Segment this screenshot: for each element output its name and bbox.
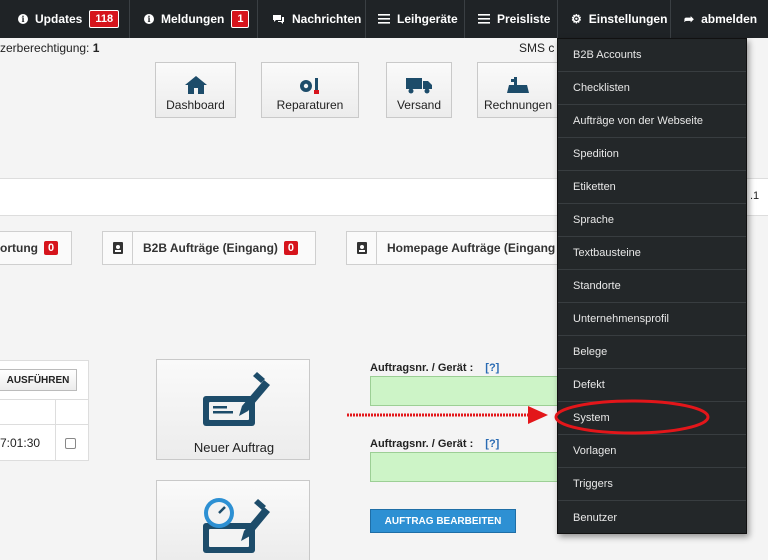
nav-leihgeraete[interactable]: Leihgeräte	[378, 0, 458, 38]
new-order-label: Neuer Auftrag	[193, 440, 275, 455]
row-checkbox[interactable]	[65, 438, 76, 449]
gear-icon: ⚙	[571, 12, 582, 26]
permission-label: zerberechtigung:	[0, 41, 90, 55]
edit-order-button[interactable]: AUFTRAG BEARBEITEN	[370, 509, 516, 533]
help-link[interactable]: [?]	[485, 362, 499, 374]
top-navigation: i Updates 118 i Meldungen 1 Nachrichten …	[0, 0, 768, 38]
home-icon	[184, 76, 207, 94]
table-divider	[0, 399, 89, 400]
info-icon: i	[18, 14, 28, 24]
nav-divider	[129, 0, 130, 38]
tile-reparaturen[interactable]: Reparaturen	[261, 62, 359, 118]
nav-abmelden-label: abmelden	[701, 12, 758, 26]
nav-nachrichten-label: Nachrichten	[292, 12, 362, 26]
dashboard-edit-icon	[203, 498, 270, 553]
menu-item-vorlagen[interactable]: Vorlagen	[558, 435, 746, 468]
nav-divider	[464, 0, 465, 38]
edit-document-icon	[203, 372, 270, 426]
tile-rechnungen-label: Rechnungen	[483, 98, 553, 112]
tab-homepage-auftraege[interactable]: Homepage Aufträge (Eingang	[346, 231, 558, 265]
order-number-label-1: Auftragsnr. / Gerät : [?]	[370, 362, 499, 374]
cash-register-icon	[507, 77, 529, 93]
list-icon	[478, 14, 490, 24]
order-number-input-2[interactable]	[370, 452, 562, 482]
annotation-arrow	[347, 406, 548, 424]
menu-item-benutzer[interactable]: Benutzer	[558, 501, 746, 534]
order-number-label-2: Auftragsnr. / Gerät : [?]	[370, 438, 499, 450]
info-icon: i	[144, 14, 154, 24]
track-order-tile[interactable]	[156, 480, 310, 560]
truck-icon	[406, 78, 432, 94]
chat-icon	[273, 14, 284, 24]
address-book-icon	[103, 232, 133, 264]
menu-item-checklisten[interactable]: Checklisten	[558, 72, 746, 105]
menu-item-spedition[interactable]: Spedition	[558, 138, 746, 171]
menu-item-standorte[interactable]: Standorte	[558, 270, 746, 303]
tab-ortung-count: 0	[44, 241, 59, 255]
menu-item-etiketten[interactable]: Etiketten	[558, 171, 746, 204]
nav-divider	[557, 0, 558, 38]
nav-divider	[365, 0, 366, 38]
tile-rechnungen[interactable]: Rechnungen	[477, 62, 559, 118]
gears-repair-icon	[300, 78, 319, 94]
tile-dashboard-label: Dashboard	[166, 98, 225, 112]
nav-leihgeraete-label: Leihgeräte	[397, 12, 458, 26]
order-number-label-text: Auftragsnr. / Gerät :	[370, 438, 474, 450]
order-number-label-text: Auftragsnr. / Gerät :	[370, 362, 474, 374]
address-book-icon	[347, 232, 377, 264]
execute-button[interactable]: AUSFÜHREN	[0, 369, 77, 391]
tab-b2b-count: 0	[283, 241, 299, 255]
list-icon	[378, 14, 390, 24]
nav-preisliste-label: Preisliste	[497, 12, 551, 26]
table-column-divider	[55, 399, 56, 461]
menu-item-belege[interactable]: Belege	[558, 336, 746, 369]
table-time-cell: 7:01:30	[0, 436, 41, 450]
menu-item-b2b-accounts[interactable]: B2B Accounts	[558, 39, 746, 72]
menu-item-unternehmensprofil[interactable]: Unternehmensprofil	[558, 303, 746, 336]
meldungen-count-badge: 1	[231, 10, 250, 28]
band-number: .1	[750, 190, 760, 202]
help-link[interactable]: [?]	[485, 438, 499, 450]
share-arrow-icon: ➦	[684, 12, 695, 26]
order-number-input-1[interactable]	[370, 376, 562, 406]
new-order-tile[interactable]: Neuer Auftrag	[156, 359, 310, 460]
tile-reparaturen-label: Reparaturen	[276, 98, 344, 112]
table-divider	[0, 424, 89, 425]
tile-versand-label: Versand	[396, 98, 442, 112]
sms-credit-text: SMS c	[519, 41, 555, 55]
tab-b2b-auftraege[interactable]: B2B Aufträge (Eingang) 0	[102, 231, 316, 265]
nav-preisliste[interactable]: Preisliste	[478, 0, 550, 38]
nav-meldungen[interactable]: i Meldungen 1	[144, 0, 250, 38]
nav-einstellungen-label: Einstellungen	[588, 12, 668, 26]
settings-dropdown-menu: B2B Accounts Checklisten Aufträge von de…	[557, 38, 747, 534]
permission-value: 1	[92, 41, 100, 55]
nav-einstellungen[interactable]: ⚙ Einstellungen	[571, 0, 667, 38]
permission-info: zerberechtigung: 1	[0, 41, 99, 55]
nav-updates[interactable]: i Updates 118	[18, 0, 120, 38]
menu-item-system[interactable]: System	[558, 402, 746, 435]
nav-abmelden[interactable]: ➦ abmelden	[684, 0, 757, 38]
nav-meldungen-label: Meldungen	[161, 12, 225, 26]
tab-ortung[interactable]: ortung 0	[0, 231, 72, 265]
tab-homepage-label: Homepage Aufträge (Eingang	[387, 241, 556, 255]
tab-b2b-label: B2B Aufträge (Eingang)	[143, 241, 278, 255]
nav-nachrichten[interactable]: Nachrichten	[272, 0, 361, 38]
tab-ortung-label: ortung	[0, 241, 38, 255]
menu-item-textbausteine[interactable]: Textbausteine	[558, 237, 746, 270]
tile-dashboard[interactable]: Dashboard	[155, 62, 236, 118]
nav-divider	[670, 0, 671, 38]
updates-count-badge: 118	[89, 10, 120, 28]
nav-updates-label: Updates	[35, 12, 83, 26]
menu-item-auftraege-webseite[interactable]: Aufträge von der Webseite	[558, 105, 746, 138]
tile-versand[interactable]: Versand	[386, 62, 452, 118]
menu-item-defekt[interactable]: Defekt	[558, 369, 746, 402]
menu-item-sprache[interactable]: Sprache	[558, 204, 746, 237]
nav-divider	[257, 0, 258, 38]
menu-item-triggers[interactable]: Triggers	[558, 468, 746, 501]
